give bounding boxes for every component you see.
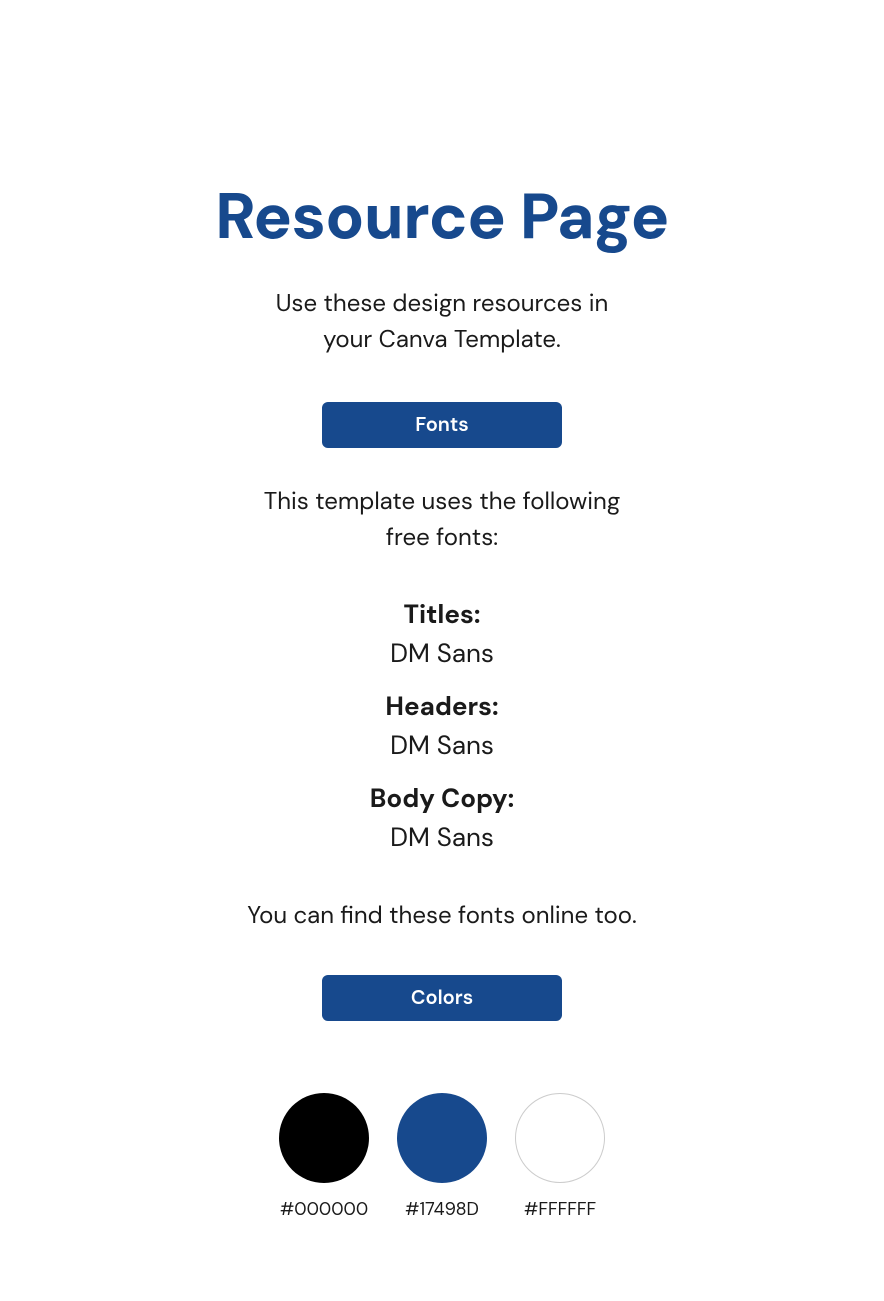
headers-label: Headers: — [385, 688, 498, 727]
subtitle: Use these design resources inyour Canva … — [276, 286, 609, 358]
color-item-black: #000000 — [279, 1093, 369, 1221]
font-list: Titles: DM Sans Headers: DM Sans Body Co… — [370, 588, 515, 864]
color-hex-blue: #17498D — [405, 1197, 479, 1221]
color-swatches: #000000 #17498D #FFFFFF — [279, 1093, 605, 1221]
body-copy-font: DM Sans — [390, 819, 494, 858]
body-copy-label: Body Copy: — [370, 780, 515, 819]
color-hex-white: #FFFFFF — [524, 1197, 596, 1221]
color-hex-black: #000000 — [280, 1197, 368, 1221]
color-swatch-black — [279, 1093, 369, 1183]
colors-badge: Colors — [322, 975, 562, 1021]
color-swatch-white — [515, 1093, 605, 1183]
fonts-badge: Fonts — [322, 402, 562, 448]
color-item-blue: #17498D — [397, 1093, 487, 1221]
fonts-footer: You can find these fonts online too. — [247, 900, 637, 931]
page-container: Resource Page Use these design resources… — [0, 0, 884, 1301]
headers-font: DM Sans — [390, 727, 494, 766]
page-title: Resource Page — [215, 180, 669, 254]
colors-section: Colors #000000 #17498D #FFFFFF — [100, 975, 784, 1221]
fonts-intro: This template uses the followingfree fon… — [264, 484, 620, 556]
color-item-white: #FFFFFF — [515, 1093, 605, 1221]
titles-font: DM Sans — [390, 635, 494, 674]
color-swatch-blue — [397, 1093, 487, 1183]
titles-label: Titles: — [404, 596, 481, 635]
